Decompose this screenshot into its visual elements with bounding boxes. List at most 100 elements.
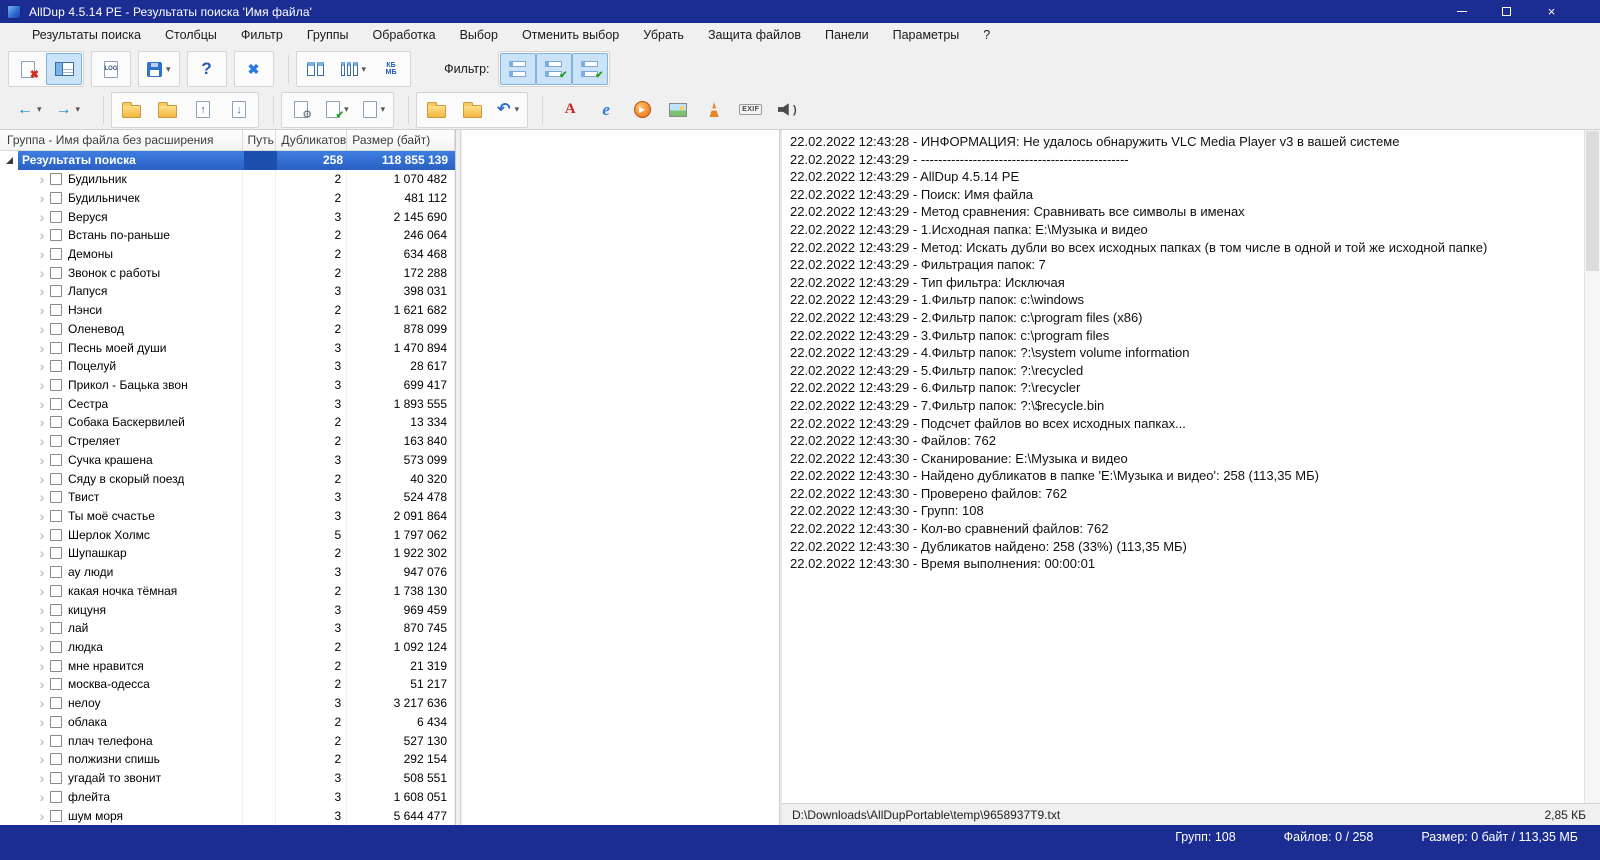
maximize-button[interactable] bbox=[1484, 0, 1529, 23]
image-preview-button[interactable] bbox=[660, 94, 696, 126]
row-checkbox[interactable] bbox=[50, 772, 62, 785]
previous-dropdown-icon[interactable]: ▾ bbox=[37, 104, 42, 115]
expand-arrow-icon[interactable]: › bbox=[34, 210, 50, 224]
expand-arrow-icon[interactable]: › bbox=[34, 546, 50, 560]
row-checkbox[interactable] bbox=[50, 285, 62, 298]
row-checkbox[interactable] bbox=[50, 641, 62, 654]
column-header-group-name[interactable]: Группа - Имя файла без расширения bbox=[0, 130, 244, 150]
tree-row[interactable]: › флейта 3 1 608 051 bbox=[0, 787, 455, 807]
expand-arrow-icon[interactable]: › bbox=[34, 696, 50, 710]
row-checkbox[interactable] bbox=[50, 173, 62, 186]
expand-arrow-icon[interactable]: › bbox=[34, 790, 50, 804]
text-preview-button[interactable]: A bbox=[552, 94, 588, 126]
audio-preview-button[interactable]: ) bbox=[769, 94, 805, 126]
column-header-duplicates[interactable]: Дубликатов bbox=[276, 130, 348, 150]
tree-row[interactable]: › Собака Баскервилей 2 13 334 bbox=[0, 413, 455, 432]
deselect-dropdown-icon[interactable]: ▾ bbox=[381, 104, 386, 115]
expand-arrow-icon[interactable]: › bbox=[34, 453, 50, 467]
columns-dropdown-icon[interactable]: ▾ bbox=[362, 64, 367, 75]
row-checkbox[interactable] bbox=[50, 360, 62, 373]
tree-row[interactable]: › полжизни спишь 2 292 154 bbox=[0, 750, 455, 769]
row-checkbox[interactable] bbox=[50, 435, 62, 448]
expand-arrow-icon[interactable]: › bbox=[34, 752, 50, 766]
tree-row[interactable]: › Сяду в скорый поезд 2 40 320 bbox=[0, 469, 455, 488]
expand-arrow-icon[interactable]: › bbox=[34, 603, 50, 617]
tree-row[interactable]: › какая ночка тёмная 2 1 738 130 bbox=[0, 581, 455, 601]
process-files-button[interactable]: ⚙ bbox=[283, 94, 319, 126]
expand-arrow-icon[interactable]: › bbox=[34, 472, 50, 486]
menu-item[interactable]: Убрать bbox=[631, 23, 696, 48]
expand-arrow-icon[interactable]: › bbox=[34, 228, 50, 242]
filter-checked-button[interactable]: ✔ bbox=[535, 53, 572, 85]
tree-row[interactable]: › Будильничек 2 481 112 bbox=[0, 188, 455, 208]
tree-row[interactable]: › Сестра 3 1 893 555 bbox=[0, 394, 455, 414]
row-checkbox[interactable] bbox=[50, 191, 62, 204]
row-checkbox[interactable] bbox=[50, 697, 62, 710]
save-results-button[interactable]: ▾ bbox=[140, 53, 178, 85]
row-checkbox[interactable] bbox=[50, 566, 62, 579]
row-checkbox[interactable] bbox=[50, 622, 62, 635]
row-checkbox[interactable] bbox=[50, 603, 62, 616]
undo-dropdown-icon[interactable]: ▾ bbox=[515, 104, 520, 115]
row-checkbox[interactable] bbox=[50, 378, 62, 391]
expand-arrow-icon[interactable]: › bbox=[34, 809, 50, 823]
menu-item[interactable]: Результаты поиска bbox=[20, 23, 153, 48]
row-checkbox[interactable] bbox=[50, 472, 62, 485]
open-folder-button[interactable] bbox=[418, 94, 454, 126]
save-dropdown-icon[interactable]: ▾ bbox=[166, 64, 171, 75]
row-checkbox[interactable] bbox=[50, 510, 62, 523]
expand-arrow-icon[interactable]: › bbox=[34, 621, 50, 635]
expand-arrow-icon[interactable]: › bbox=[34, 715, 50, 729]
expand-arrow-icon[interactable]: › bbox=[34, 247, 50, 261]
move-to-folder-button[interactable] bbox=[149, 94, 185, 126]
filter-all-button[interactable] bbox=[499, 53, 536, 85]
expand-arrow-icon[interactable]: › bbox=[34, 378, 50, 392]
tree-row[interactable]: › Звонок с работы 2 172 288 bbox=[0, 263, 455, 283]
expand-arrow-icon[interactable]: › bbox=[34, 734, 50, 748]
close-button[interactable]: × bbox=[1529, 0, 1574, 23]
row-checkbox[interactable] bbox=[50, 528, 62, 541]
row-checkbox[interactable] bbox=[50, 341, 62, 354]
columns-button[interactable] bbox=[298, 53, 334, 85]
row-checkbox[interactable] bbox=[50, 753, 62, 766]
undo-button[interactable]: ↶ ▾ bbox=[490, 94, 526, 126]
row-checkbox[interactable] bbox=[50, 322, 62, 335]
toggle-panels-button[interactable] bbox=[46, 53, 82, 85]
columns-options-button[interactable]: ▾ bbox=[334, 53, 374, 85]
expand-arrow-icon[interactable]: › bbox=[34, 359, 50, 373]
log-scrollbar[interactable] bbox=[1584, 130, 1600, 803]
import-down-button[interactable]: ↓ bbox=[221, 94, 257, 126]
tree-row[interactable]: › облака 2 6 434 bbox=[0, 712, 455, 732]
expand-arrow-icon[interactable]: › bbox=[34, 677, 50, 691]
expand-arrow-icon[interactable]: › bbox=[34, 584, 50, 598]
tree-root-row[interactable]: Результаты поиска 258 118 855 139 bbox=[0, 151, 455, 170]
expand-arrow-icon[interactable]: › bbox=[34, 303, 50, 317]
close-results-button[interactable]: ✖ bbox=[10, 53, 46, 85]
expand-arrow-icon[interactable]: › bbox=[34, 509, 50, 523]
select-files-button[interactable]: ✔ ▾ bbox=[319, 94, 356, 126]
copy-to-folder-button[interactable] bbox=[113, 94, 149, 126]
row-checkbox[interactable] bbox=[50, 453, 62, 466]
tree-row[interactable]: › лай 3 870 745 bbox=[0, 618, 455, 638]
expand-arrow-icon[interactable]: › bbox=[34, 565, 50, 579]
next-dropdown-icon[interactable]: ▾ bbox=[76, 104, 81, 115]
expand-arrow-icon[interactable]: › bbox=[34, 284, 50, 298]
tree-row[interactable]: › Шупашкар 2 1 922 302 bbox=[0, 544, 455, 563]
tree-row[interactable]: › Нэнси 2 1 621 682 bbox=[0, 300, 455, 320]
tree-row[interactable]: › Шерлок Холмс 5 1 797 062 bbox=[0, 525, 455, 545]
next-group-button[interactable]: → ▾ bbox=[49, 94, 88, 126]
row-checkbox[interactable] bbox=[50, 734, 62, 747]
log-scrollbar-thumb[interactable] bbox=[1586, 131, 1599, 271]
tree-row[interactable]: › Прикол - Бацька звон 3 699 417 bbox=[0, 375, 455, 395]
row-checkbox[interactable] bbox=[50, 547, 62, 560]
row-checkbox[interactable] bbox=[50, 397, 62, 410]
tree-row[interactable]: › Веруся 3 2 145 690 bbox=[0, 207, 455, 226]
vlc-button[interactable] bbox=[696, 94, 732, 126]
expand-arrow-icon[interactable]: › bbox=[34, 341, 50, 355]
tree-row[interactable]: › Песнь моей души 3 1 470 894 bbox=[0, 338, 455, 357]
tree-row[interactable]: › Оленевод 2 878 099 bbox=[0, 319, 455, 339]
row-checkbox[interactable] bbox=[50, 491, 62, 504]
exit-button[interactable]: ✖ bbox=[236, 53, 272, 85]
exif-button[interactable]: EXIF bbox=[732, 94, 769, 126]
expand-arrow-icon[interactable]: › bbox=[34, 659, 50, 673]
